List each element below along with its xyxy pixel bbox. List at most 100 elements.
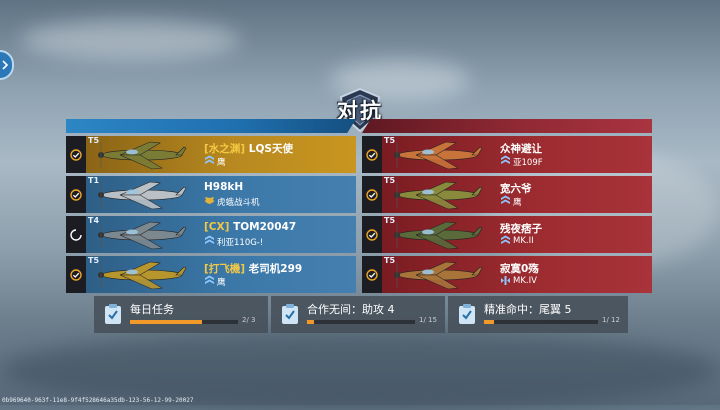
team-right-list: T5 众神避让 亚109F T5 宽六爷 鹰 T5 残夜痞子 MK.II T5 … <box>362 136 652 296</box>
aircraft-image <box>98 261 187 290</box>
aircraft-image <box>394 181 483 210</box>
rank-chevron-icon <box>501 235 510 244</box>
player-name: 寂寞0殇 <box>500 263 539 275</box>
player-name-line: 众神避让 <box>500 141 542 156</box>
daily-task-panel[interactable]: 每日任务 2/ 3 <box>94 296 268 333</box>
tier-badge: T5 <box>384 216 396 225</box>
clipboard-check-icon <box>282 304 298 324</box>
coop-task-panel[interactable]: 合作无间：助攻 4 1/ 15 <box>271 296 445 333</box>
task-progress-bar <box>130 320 238 324</box>
ready-status <box>362 136 382 173</box>
wing-marker-icon <box>501 276 510 285</box>
ready-status <box>66 176 86 213</box>
ready-check-icon <box>366 148 378 161</box>
aircraft-name: 鹰 <box>217 158 226 168</box>
task-progress-bar <box>484 320 598 324</box>
player-row[interactable]: T1 H98kH 虎蛾战斗机 <box>66 176 356 213</box>
team-left-header-stripe <box>66 119 356 133</box>
tier-badge: T4 <box>88 216 100 225</box>
player-row[interactable]: T5 寂寞0殇 MK.IV <box>362 256 652 293</box>
task-progress-bar <box>307 320 415 324</box>
player-name: 老司机299 <box>248 263 303 275</box>
aircraft-name: 虎蛾战斗机 <box>217 198 260 208</box>
player-name-line: [打飞機] 老司机299 <box>204 261 302 276</box>
player-name-line: [CX] TOM20047 <box>204 221 296 233</box>
aircraft-name: 鹰 <box>217 278 226 288</box>
ready-check-icon <box>366 188 378 201</box>
task-count: 1/ 12 <box>602 316 620 324</box>
tier-badge: T1 <box>88 176 100 185</box>
aircraft-image <box>98 141 187 170</box>
aircraft-name: 利亚110G-! <box>217 238 264 248</box>
tier-badge: T5 <box>384 136 396 145</box>
player-name-line: 宽六爷 <box>500 181 532 196</box>
ready-check-icon <box>70 148 82 161</box>
cloud <box>20 20 240 60</box>
rank-chevron-icon <box>205 275 214 284</box>
player-name: TOM20047 <box>233 221 297 233</box>
player-row[interactable]: T5 宽六爷 鹰 <box>362 176 652 213</box>
rank-chevron-icon <box>501 155 510 164</box>
ready-check-icon <box>70 268 82 281</box>
ready-status <box>66 216 86 253</box>
aircraft-name: MK.IV <box>513 276 537 286</box>
side-menu-tab[interactable] <box>0 50 14 80</box>
player-row[interactable]: T5 众神避让 亚109F <box>362 136 652 173</box>
player-row[interactable]: T4 [CX] TOM20047 利亚110G-! <box>66 216 356 253</box>
aircraft-image <box>98 181 187 210</box>
player-name: LQS天使 <box>248 143 293 155</box>
task-label: 合作无间：助攻 4 <box>307 303 395 316</box>
ready-status <box>362 216 382 253</box>
task-progress-fill <box>484 320 494 324</box>
loading-spinner-icon <box>70 228 82 241</box>
player-name: H98kH <box>204 181 244 193</box>
ready-status <box>66 136 86 173</box>
player-card[interactable]: T5 宽六爷 鹰 <box>382 176 652 213</box>
player-name-line: 寂寞0殇 <box>500 261 539 276</box>
player-card[interactable]: T4 [CX] TOM20047 利亚110G-! <box>86 216 356 253</box>
aircraft-name: MK.II <box>513 236 534 246</box>
team-right-header-stripe <box>362 119 652 133</box>
player-row[interactable]: T5 残夜痞子 MK.II <box>362 216 652 253</box>
rank-chevron-icon <box>205 235 214 244</box>
player-card[interactable]: T5 [打飞機] 老司机299 鹰 <box>86 256 356 293</box>
task-progress-fill <box>130 320 202 324</box>
chevron-right-icon <box>2 60 9 70</box>
clan-tag: [打飞機] <box>204 263 246 275</box>
aircraft-image <box>98 221 187 250</box>
player-card[interactable]: T1 H98kH 虎蛾战斗机 <box>86 176 356 213</box>
aircraft-image <box>394 261 483 290</box>
aircraft-name: 亚109F <box>513 158 543 168</box>
player-name-line: 残夜痞子 <box>500 221 542 236</box>
build-code: 0b969640-963f-11e8-9f4f528646a35db-123-5… <box>2 397 194 404</box>
player-name: 残夜痞子 <box>500 223 542 235</box>
ready-check-icon <box>70 188 82 201</box>
task-label: 每日任务 <box>130 303 174 316</box>
task-count: 1/ 15 <box>419 316 437 324</box>
task-label: 精准命中：尾翼 5 <box>484 303 572 316</box>
tier-badge: T5 <box>384 176 396 185</box>
player-card[interactable]: T5 寂寞0殇 MK.IV <box>382 256 652 293</box>
clan-tag: [水之渊] <box>204 143 246 155</box>
ready-status <box>362 256 382 293</box>
player-card[interactable]: T5 [水之渊] LQS天使 鹰 <box>86 136 356 173</box>
player-card[interactable]: T5 残夜痞子 MK.II <box>382 216 652 253</box>
aircraft-image <box>394 141 483 170</box>
tier-badge: T5 <box>88 136 100 145</box>
clan-tag: [CX] <box>204 221 230 233</box>
task-count: 2/ 3 <box>242 316 256 324</box>
precision-task-panel[interactable]: 精准命中：尾翼 5 1/ 12 <box>448 296 628 333</box>
aircraft-image <box>394 221 483 250</box>
ready-check-icon <box>366 228 378 241</box>
rank-chevron-icon <box>501 195 510 204</box>
player-name-line: [水之渊] LQS天使 <box>204 141 293 156</box>
player-row[interactable]: T5 [打飞機] 老司机299 鹰 <box>66 256 356 293</box>
ready-check-icon <box>366 268 378 281</box>
clipboard-check-icon <box>459 304 475 324</box>
tier-badge: T5 <box>88 256 100 265</box>
player-name: 众神避让 <box>500 143 542 155</box>
player-row[interactable]: T5 [水之渊] LQS天使 鹰 <box>66 136 356 173</box>
ready-status <box>362 176 382 213</box>
player-card[interactable]: T5 众神避让 亚109F <box>382 136 652 173</box>
ready-status <box>66 256 86 293</box>
